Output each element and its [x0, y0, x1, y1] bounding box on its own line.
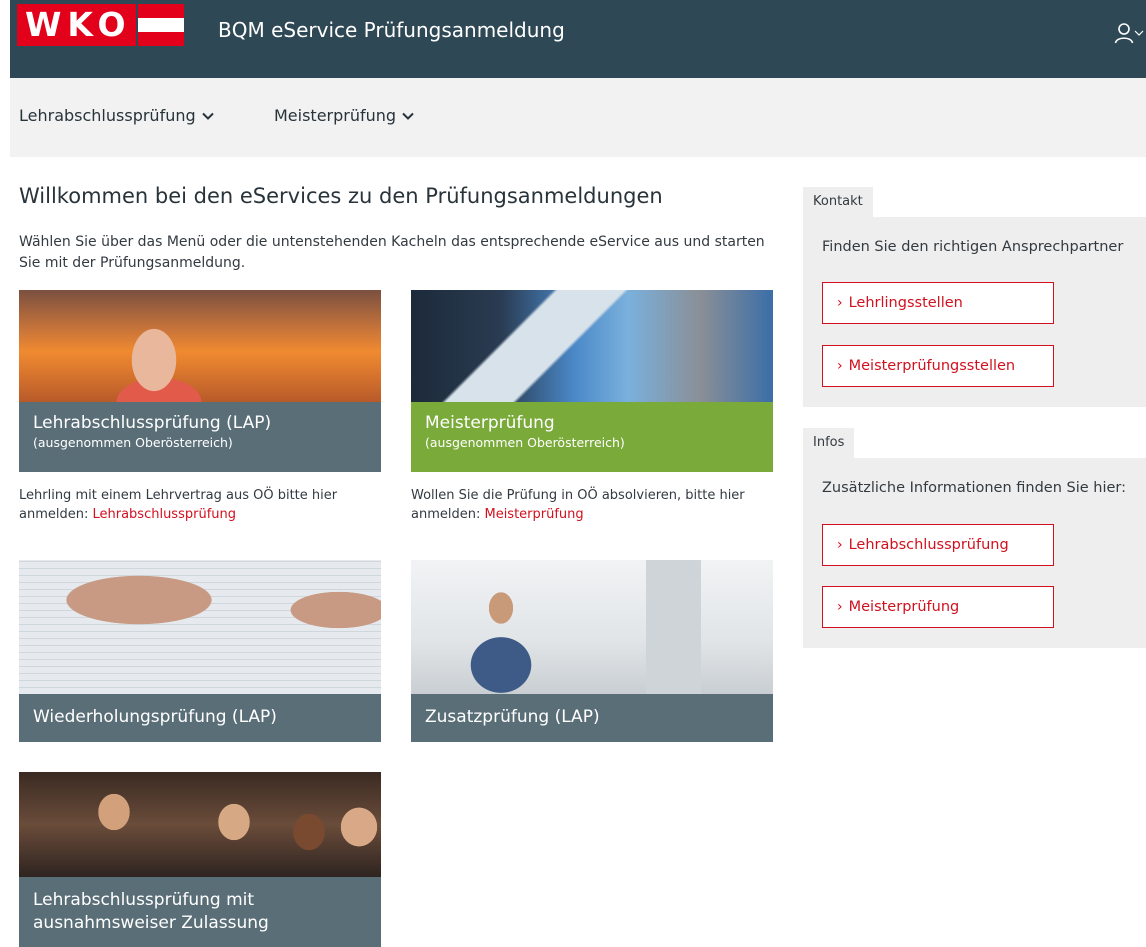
sidebar-panel-infos: Zusätzliche Informationen finden Sie hie… [803, 458, 1146, 648]
chevron-right-icon: › [837, 537, 843, 553]
link-label: Lehrlingsstellen [848, 295, 963, 311]
user-icon [1114, 23, 1134, 44]
tile-lehrabschlusspruefung[interactable]: Lehrabschlussprüfung (LAP) (ausgenommen … [19, 290, 381, 472]
tile-note-link[interactable]: Meisterprüfung [484, 507, 583, 522]
tile-photo [411, 290, 773, 402]
austria-flag-icon [137, 4, 184, 46]
sidebar-tab-infos: Infos [803, 428, 855, 458]
info-meisterpruefung-link[interactable]: › Meisterprüfung [822, 586, 1054, 628]
nav-item-label: Meisterprüfung [274, 106, 397, 125]
main-nav: Lehrabschlussprüfung Meisterprüfung [10, 78, 1146, 157]
tile-title: Meisterprüfung [425, 413, 555, 433]
sidebar-lead: Finden Sie den richtigen Ansprechpartner [822, 239, 1124, 255]
nav-item-meisterpruefung[interactable]: Meisterprüfung [274, 106, 414, 125]
chevron-right-icon: › [837, 599, 843, 615]
logo-text: WKO [17, 4, 136, 46]
tile-caption: Meisterprüfung (ausgenommen Oberösterrei… [411, 402, 773, 472]
tile-note-link[interactable]: Lehrabschlussprüfung [92, 507, 236, 522]
top-header: WKO BQM eService Prüfungsanmeldung [10, 0, 1146, 78]
tile-photo [411, 560, 773, 694]
meisterpruefungsstellen-link[interactable]: › Meisterprüfungsstellen [822, 345, 1054, 387]
tile-meisterpruefung[interactable]: Meisterprüfung (ausgenommen Oberösterrei… [411, 290, 773, 472]
sidebar-panel-kontakt: Finden Sie den richtigen Ansprechpartner… [803, 217, 1146, 407]
tile-title: Wiederholungsprüfung (LAP) [33, 707, 277, 727]
user-menu[interactable] [1114, 20, 1146, 46]
link-label: Meisterprüfungsstellen [848, 358, 1016, 374]
tile-caption: Lehrabschlussprüfung (LAP) (ausgenommen … [19, 402, 381, 472]
tile-note: Lehrling mit einem Lehrvertrag aus OÖ bi… [19, 486, 389, 524]
wko-logo[interactable]: WKO [17, 4, 184, 46]
page-title: Willkommen bei den eServices zu den Prüf… [19, 184, 663, 208]
intro-text: Wählen Sie über das Menü oder die untens… [19, 234, 765, 271]
tile-wiederholungspruefung[interactable]: Wiederholungsprüfung (LAP) [19, 560, 381, 742]
tile-zusatzpruefung[interactable]: Zusatzprüfung (LAP) [411, 560, 773, 742]
tile-photo [19, 290, 381, 402]
sidebar-tab-kontakt: Kontakt [803, 187, 873, 217]
link-label: Meisterprüfung [848, 599, 960, 615]
chevron-down-icon [201, 112, 214, 120]
chevron-down-icon [402, 112, 414, 120]
tile-subtitle: (ausgenommen Oberösterreich) [425, 435, 625, 450]
tile-photo [19, 772, 381, 877]
nav-item-label: Lehrabschlussprüfung [19, 106, 196, 125]
tile-subtitle: (ausgenommen Oberösterreich) [33, 435, 233, 450]
sidebar-lead: Zusätzliche Informationen finden Sie hie… [822, 480, 1127, 496]
tile-caption: Wiederholungsprüfung (LAP) [19, 694, 381, 742]
app-title: BQM eService Prüfungsanmeldung [218, 18, 565, 42]
tile-title: Lehrabschlussprüfung (LAP) [33, 413, 272, 433]
chevron-right-icon: › [837, 295, 843, 311]
chevron-down-icon [1134, 30, 1144, 36]
lehrlingsstellen-link[interactable]: › Lehrlingsstellen [822, 282, 1054, 324]
link-label: Lehrabschlussprüfung [848, 537, 1009, 553]
chevron-right-icon: › [837, 358, 843, 374]
tile-caption: Zusatzprüfung (LAP) [411, 694, 773, 742]
tile-note: Wollen Sie die Prüfung in OÖ absolvieren… [411, 486, 781, 524]
info-lehrabschlusspruefung-link[interactable]: › Lehrabschlussprüfung [822, 524, 1054, 566]
tile-title: Zusatzprüfung (LAP) [425, 707, 600, 727]
tile-photo [19, 560, 381, 694]
tile-caption: Lehrabschlussprüfung mit ausnahmsweiser … [19, 877, 381, 947]
tile-title: Lehrabschlussprüfung mit ausnahmsweiser … [33, 890, 269, 933]
nav-item-lehrabschlusspruefung[interactable]: Lehrabschlussprüfung [19, 106, 214, 125]
tile-ausnahmsweise-zulassung[interactable]: Lehrabschlussprüfung mit ausnahmsweiser … [19, 772, 381, 947]
